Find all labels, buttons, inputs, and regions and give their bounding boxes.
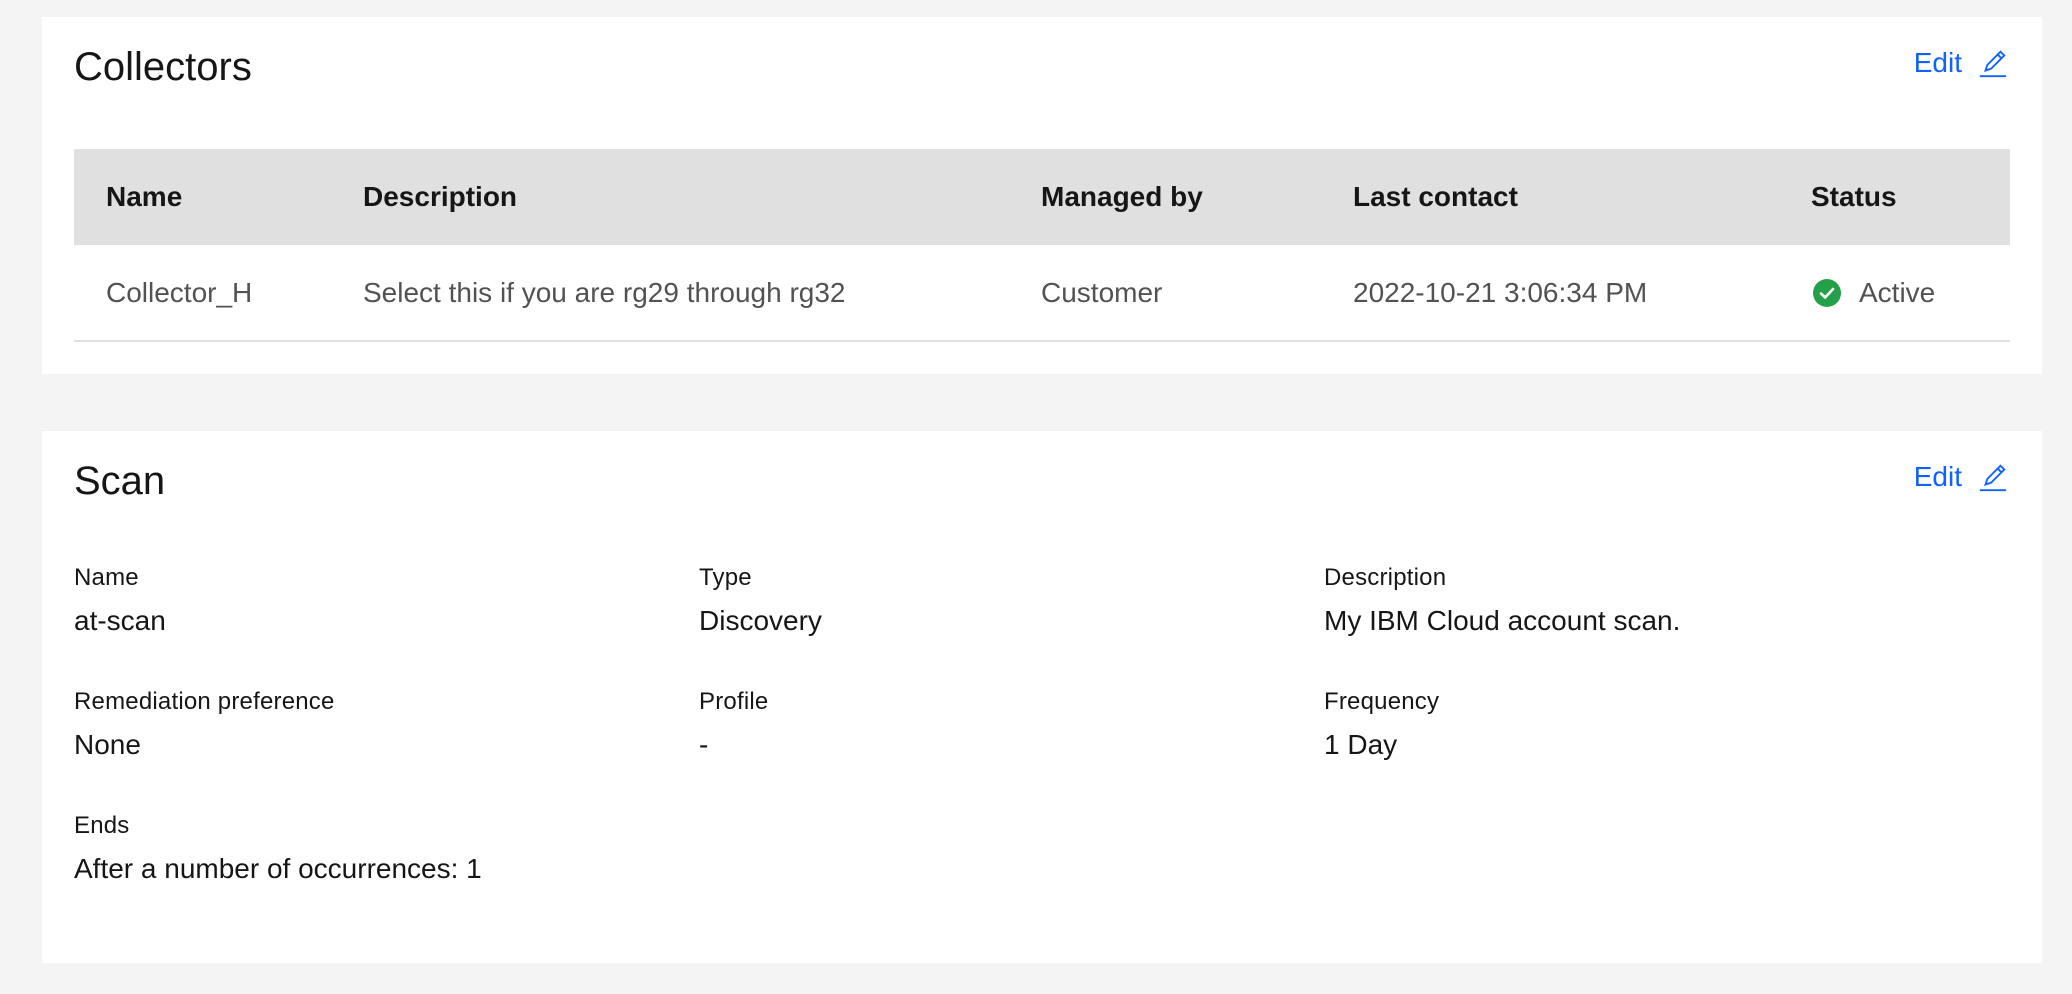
field-profile: Profile -	[699, 686, 768, 764]
collectors-edit-link[interactable]: Edit	[1914, 46, 2008, 80]
field-value: Discovery	[699, 605, 822, 637]
field-label: Name	[74, 564, 139, 591]
field-label: Type	[699, 564, 752, 591]
cell-description: Select this if you are rg29 through rg32	[363, 276, 846, 308]
cell-status: Active	[1779, 277, 2010, 309]
field-label: Description	[1324, 564, 1447, 591]
scan-card: Scan Edit Name at-scan Type Discovery De…	[42, 431, 2042, 963]
table-row[interactable]: Collector_H Select this if you are rg29 …	[74, 245, 2010, 342]
column-header-managed-by[interactable]: Managed by	[1009, 181, 1321, 213]
cell-last-contact: 2022-10-21 3:06:34 PM	[1353, 276, 1648, 308]
edit-pencil-icon	[1979, 50, 2007, 77]
field-type: Type Discovery	[699, 562, 822, 640]
column-header-name[interactable]: Name	[74, 181, 331, 213]
table-header-row: Name Description Managed by Last contact…	[74, 149, 2010, 245]
collectors-card: Collectors Edit Name Description Managed…	[42, 17, 2042, 374]
collectors-table: Name Description Managed by Last contact…	[74, 149, 2010, 342]
field-remediation-preference: Remediation preference None	[74, 686, 335, 764]
field-value: My IBM Cloud account scan.	[1324, 605, 1681, 637]
cell-name: Collector_H	[106, 276, 253, 308]
edit-label: Edit	[1913, 47, 1962, 78]
field-label: Frequency	[1324, 688, 1440, 715]
field-value: -	[699, 729, 709, 761]
collectors-title: Collectors	[74, 45, 252, 89]
field-label: Ends	[74, 812, 130, 839]
field-label: Profile	[699, 688, 769, 715]
column-header-description[interactable]: Description	[331, 181, 1009, 213]
field-name: Name at-scan	[74, 562, 166, 640]
checkmark-filled-icon	[1813, 278, 1841, 307]
field-frequency: Frequency 1 Day	[1324, 686, 1439, 764]
field-value: at-scan	[74, 605, 166, 637]
field-ends: Ends After a number of occurrences: 1	[74, 810, 482, 888]
field-label: Remediation preference	[74, 688, 335, 715]
edit-label: Edit	[1913, 461, 1962, 492]
status-label: Active	[1859, 276, 1936, 308]
field-description: Description My IBM Cloud account scan.	[1324, 562, 1680, 640]
scan-title: Scan	[74, 459, 166, 503]
field-value: None	[74, 729, 141, 761]
column-header-last-contact[interactable]: Last contact	[1321, 181, 1779, 213]
field-value: After a number of occurrences: 1	[74, 853, 482, 885]
field-value: 1 Day	[1324, 729, 1398, 761]
edit-pencil-icon	[1979, 464, 2007, 491]
cell-managed-by: Customer	[1041, 276, 1163, 308]
column-header-status[interactable]: Status	[1779, 181, 2010, 213]
scan-edit-link[interactable]: Edit	[1914, 460, 2008, 494]
